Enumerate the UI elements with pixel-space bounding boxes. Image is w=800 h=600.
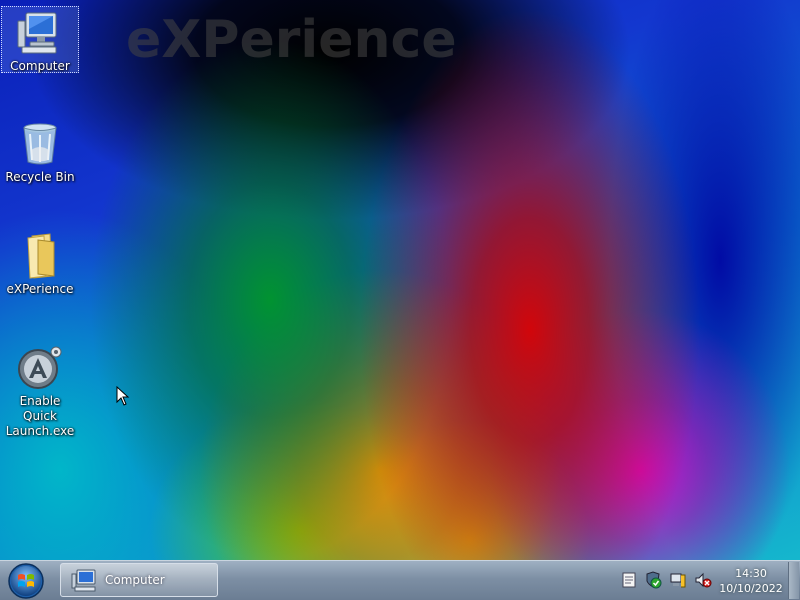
taskbar-clock[interactable]: 14:30 10/10/2022 — [716, 566, 786, 596]
taskbar-button-label: Computer — [105, 573, 165, 587]
desktop-icon-experience-folder[interactable]: eXPerience — [1, 230, 79, 297]
desktop-icon-label-line1: Enable Quick — [19, 394, 61, 423]
mouse-cursor-icon — [116, 386, 130, 406]
network-icon[interactable] — [669, 571, 687, 589]
security-shield-icon[interactable] — [644, 571, 662, 589]
start-orb-icon[interactable] — [6, 562, 46, 600]
volume-muted-icon[interactable] — [694, 571, 712, 589]
show-desktop-button[interactable] — [788, 562, 799, 599]
desktop-icon-recycle-bin[interactable]: Recycle Bin — [1, 118, 79, 185]
clock-date: 10/10/2022 — [719, 582, 783, 595]
desktop-icon-label: eXPerience — [6, 282, 74, 296]
desktop-icon-enable-quick-launch[interactable]: Enable Quick Launch.exe — [1, 342, 79, 439]
recycle-bin-icon — [23, 123, 57, 165]
taskbar: Computer 14:30 10/10/2022 — [0, 560, 800, 600]
computer-icon — [17, 12, 57, 54]
taskbar-button-computer[interactable]: Computer — [60, 563, 218, 597]
app-launcher-icon — [18, 346, 62, 389]
desktop[interactable]: eXPerience Computer Recycle Bin eXPerien… — [0, 0, 800, 560]
computer-icon — [71, 569, 96, 592]
desktop-icon-computer[interactable]: Computer — [1, 6, 79, 73]
clock-time: 14:30 — [735, 567, 767, 580]
notes-icon[interactable] — [620, 571, 638, 589]
desktop-icon-label: Computer — [10, 59, 70, 73]
wallpaper-brand-text: eXPerience — [126, 10, 457, 70]
folder-icon — [27, 233, 55, 279]
desktop-icon-label-line2: Launch.exe — [5, 424, 75, 438]
desktop-icon-label: Recycle Bin — [5, 170, 75, 184]
